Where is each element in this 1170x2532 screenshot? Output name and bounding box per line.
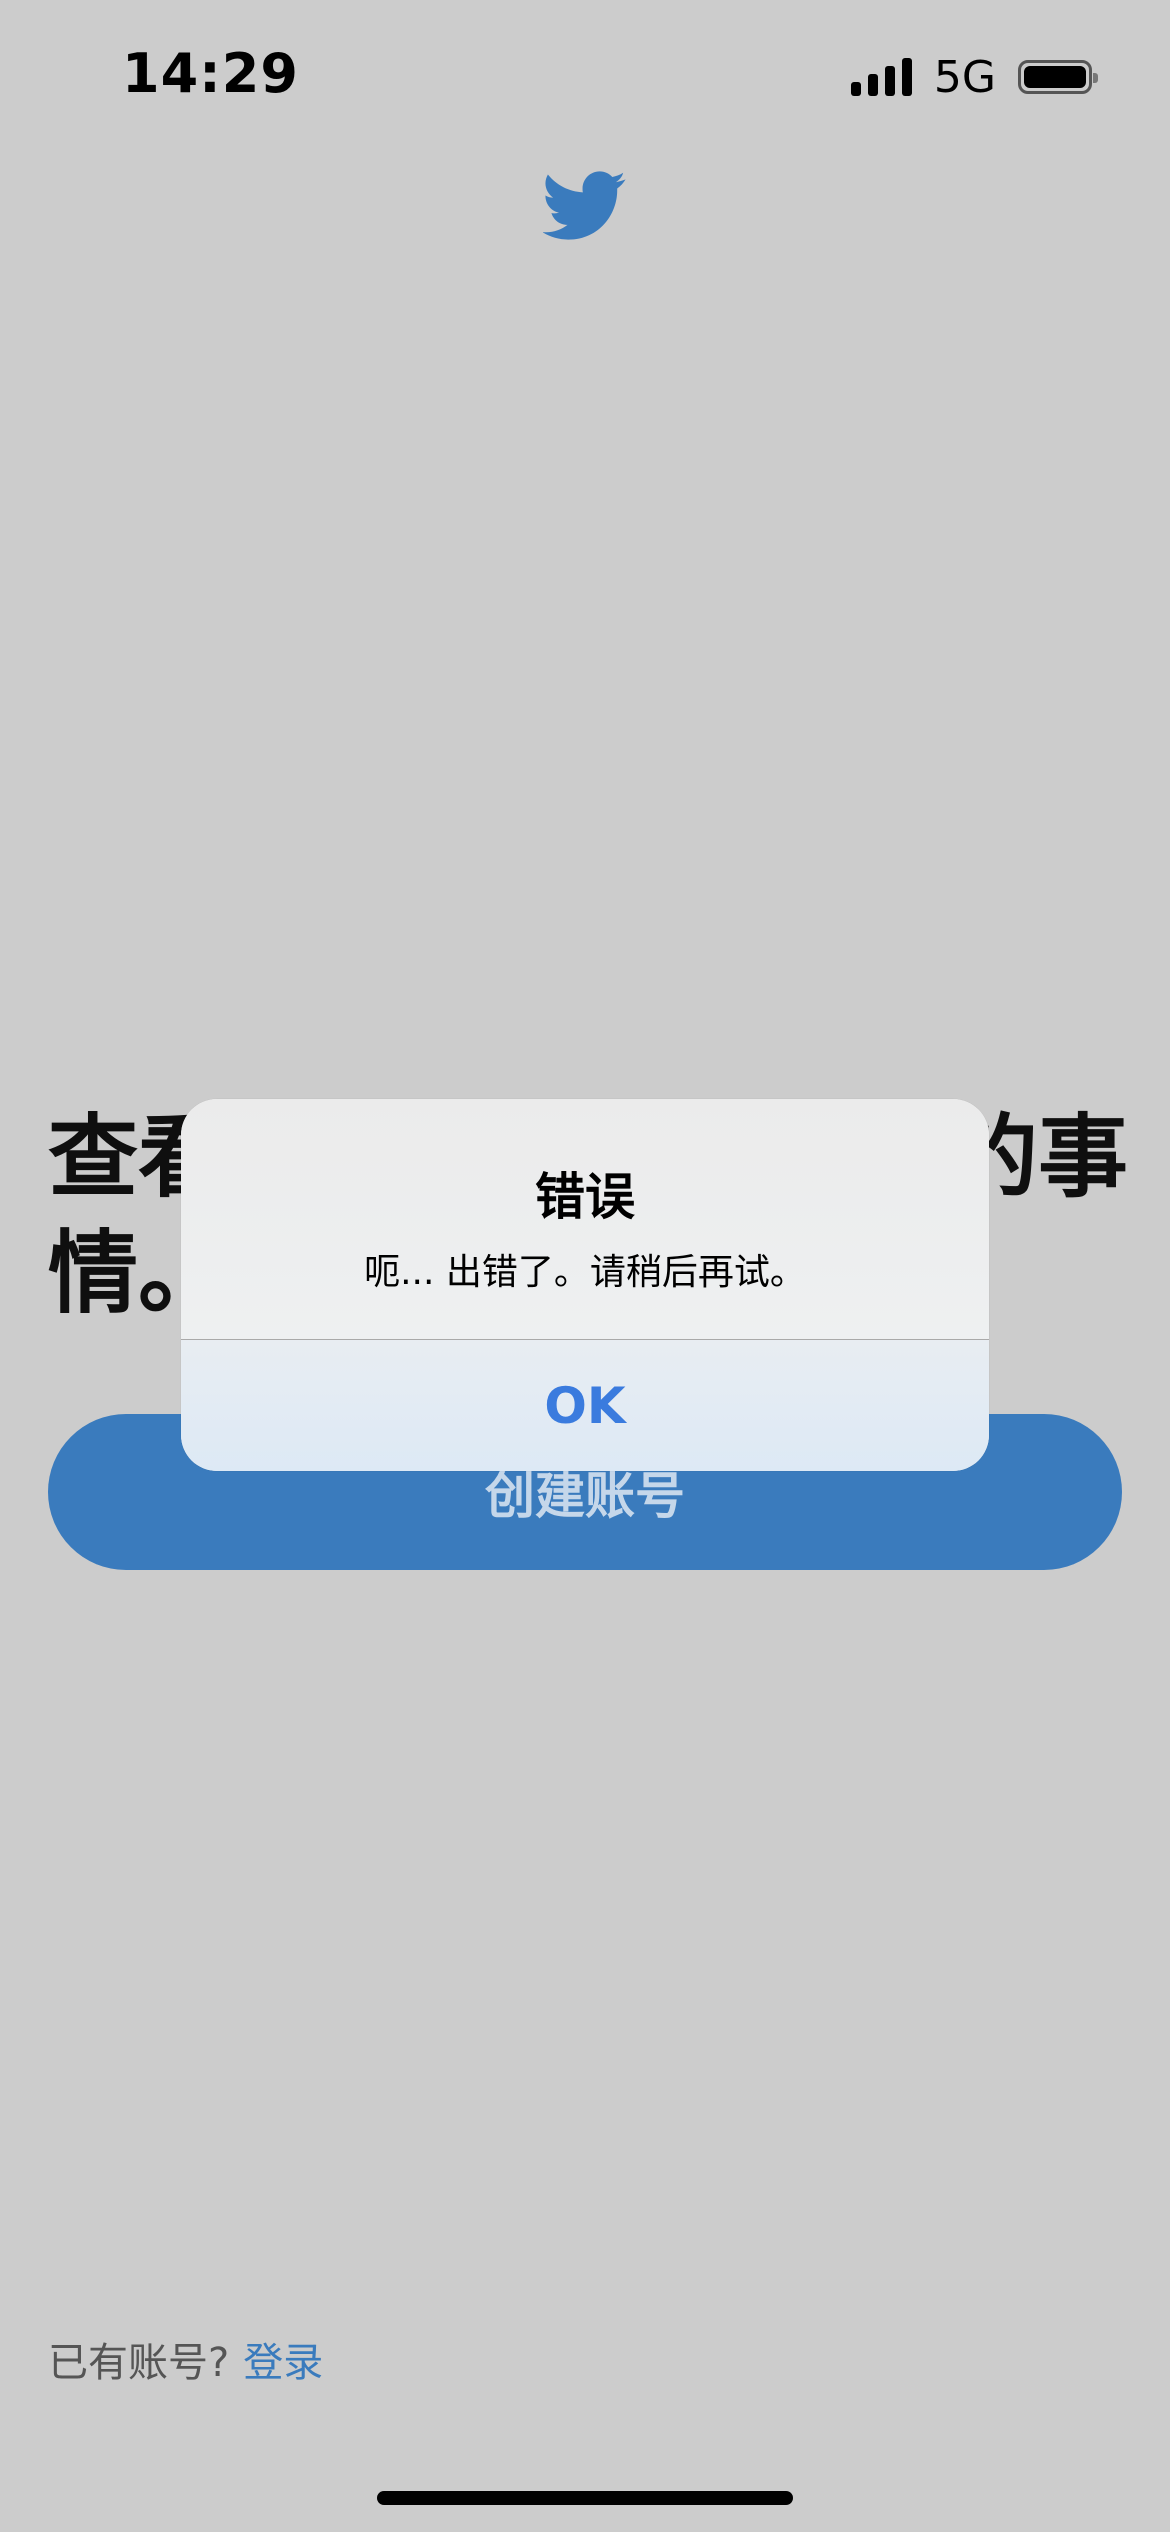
- alert-message: 呃... 出错了。请稍后再试。: [364, 1252, 806, 1293]
- twitter-welcome-screen: 14:29 5G 查看 的事 情。 创建账号 已有账号? 登录 错误 呃... …: [0, 0, 1170, 2532]
- alert-ok-label: OK: [544, 1376, 626, 1435]
- error-alert-dialog: 错误 呃... 出错了。请稍后再试。 OK: [181, 1099, 989, 1471]
- alert-ok-button[interactable]: OK: [181, 1340, 989, 1471]
- login-prompt: 已有账号? 登录: [48, 2330, 323, 2388]
- status-time: 14:29: [122, 42, 299, 105]
- battery-icon: [1018, 60, 1098, 94]
- alert-title: 错误: [535, 1168, 635, 1226]
- cellular-signal-icon: [850, 58, 912, 96]
- status-indicators: 5G: [850, 51, 1098, 103]
- login-link[interactable]: 登录: [243, 2340, 323, 2386]
- twitter-bird-icon: [543, 171, 626, 240]
- network-type: 5G: [933, 51, 996, 103]
- home-indicator[interactable]: [377, 2491, 793, 2505]
- login-prompt-text: 已有账号?: [48, 2340, 230, 2386]
- alert-body: 错误 呃... 出错了。请稍后再试。: [181, 1099, 989, 1339]
